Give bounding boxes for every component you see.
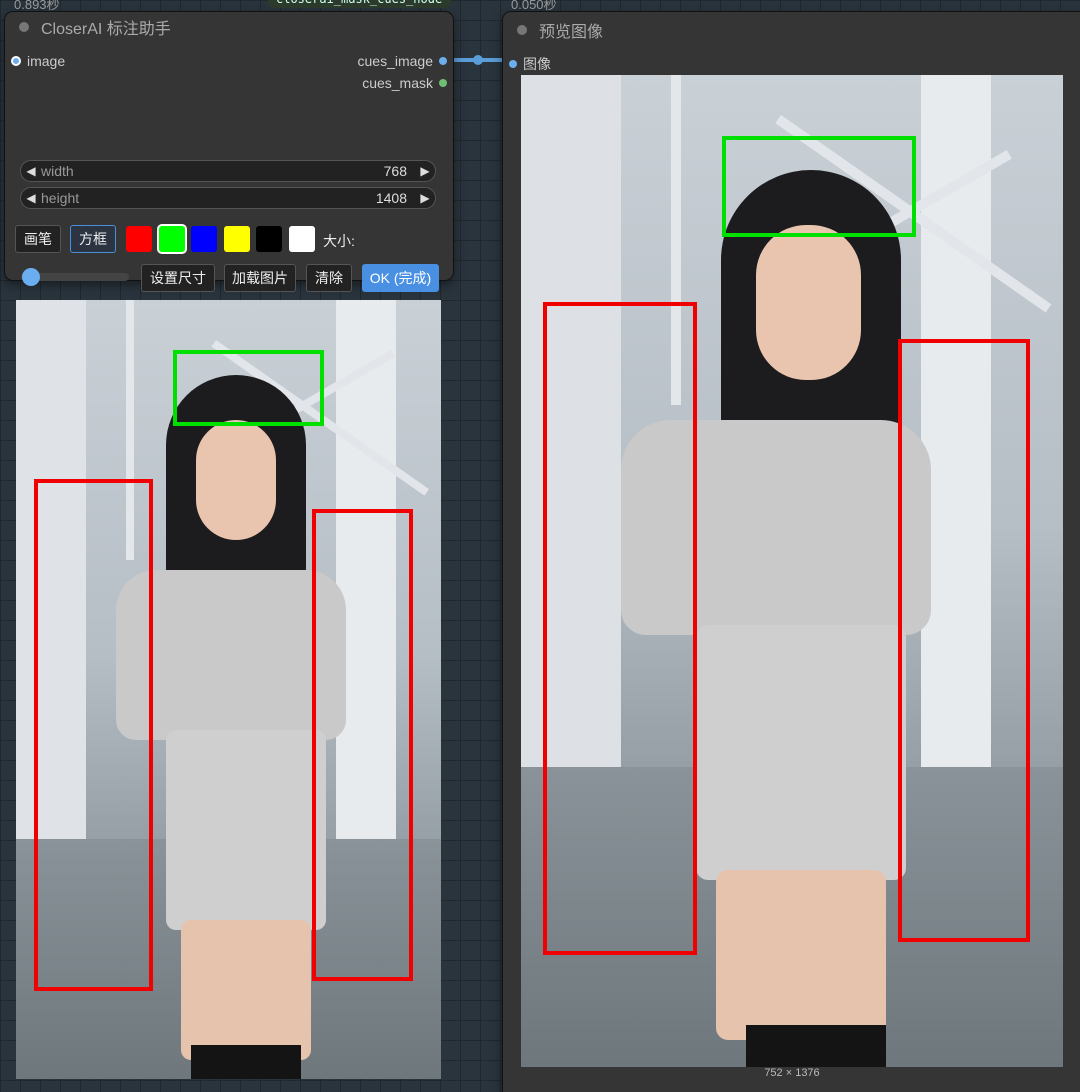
annotation-box-red-right xyxy=(898,339,1030,942)
node-collapse-dot[interactable] xyxy=(19,22,29,32)
ok-button[interactable]: OK (完成) xyxy=(362,264,439,292)
load-image-button[interactable]: 加载图片 xyxy=(224,264,296,292)
link-reroute-dot[interactable] xyxy=(473,55,483,65)
annotation-box-red-right[interactable] xyxy=(312,509,413,981)
output-slot-cues-image[interactable]: cues_image xyxy=(357,53,447,69)
widget-label: width xyxy=(41,163,74,179)
color-swatch-red[interactable] xyxy=(126,226,152,252)
decrement-arrow-icon[interactable]: ◀ xyxy=(21,191,41,205)
increment-arrow-icon[interactable]: ▶ xyxy=(415,164,435,178)
color-swatch-black[interactable] xyxy=(256,226,282,252)
annotation-box-red-left[interactable] xyxy=(34,479,153,991)
set-size-button[interactable]: 设置尺寸 xyxy=(141,264,215,292)
input-slot-label: image xyxy=(27,53,66,69)
center-node-title: closerai_mask_cues_node xyxy=(268,0,451,8)
execution-time-label: 0.893秒 xyxy=(14,0,60,12)
output-slot-label: cues_mask xyxy=(362,75,433,91)
node-header[interactable]: 预览图像 xyxy=(503,12,1080,47)
color-swatch-green[interactable] xyxy=(159,226,185,252)
annotation-box-green xyxy=(722,136,916,237)
brush-tool-button[interactable]: 画笔 xyxy=(15,225,61,253)
color-swatch-white[interactable] xyxy=(289,226,315,252)
node-header[interactable]: CloserAI 标注助手 xyxy=(5,12,453,42)
widget-label: height xyxy=(41,190,80,206)
annotation-box-green[interactable] xyxy=(173,350,324,426)
node-title: CloserAI 标注助手 xyxy=(41,21,171,38)
image-size-label: 752 × 1376 xyxy=(764,1067,820,1079)
input-slot-dot[interactable] xyxy=(509,60,517,68)
color-swatch-yellow[interactable] xyxy=(224,226,250,252)
widget-value: 768 xyxy=(383,163,407,179)
node-title: 预览图像 xyxy=(539,23,604,41)
height-widget[interactable]: ◀ height 1408 ▶ xyxy=(20,187,436,209)
node-collapse-dot[interactable] xyxy=(517,24,527,35)
increment-arrow-icon[interactable]: ▶ xyxy=(415,191,435,205)
execution-time-label: 0.050秒 xyxy=(511,0,557,12)
output-slot-label: cues_image xyxy=(357,53,434,69)
annotation-box-red-left xyxy=(543,302,697,955)
output-slot-cues-mask[interactable]: cues_mask xyxy=(362,75,447,91)
brush-size-slider-thumb[interactable] xyxy=(22,268,40,286)
widget-value: 1408 xyxy=(375,190,407,206)
input-slot-image[interactable]: 图像 xyxy=(509,54,551,74)
output-slot-dot[interactable] xyxy=(439,57,447,65)
center-node-fragment[interactable]: closerai_mask_cues_node xyxy=(268,0,451,8)
width-widget[interactable]: ◀ width 768 ▶ xyxy=(20,160,436,182)
input-slot-image[interactable]: image xyxy=(11,53,65,69)
input-slot-label: 图像 xyxy=(523,56,551,72)
box-tool-button[interactable]: 方框 xyxy=(70,225,116,253)
preview-image[interactable] xyxy=(521,75,1063,1067)
output-slot-dot[interactable] xyxy=(439,79,447,87)
clear-button[interactable]: 清除 xyxy=(306,264,352,292)
closerai-annotation-node[interactable]: CloserAI 标注助手 image cues_image cues_mask… xyxy=(5,12,453,292)
decrement-arrow-icon[interactable]: ◀ xyxy=(21,164,41,178)
color-swatch-blue[interactable] xyxy=(191,226,217,252)
annotation-canvas-image[interactable] xyxy=(16,300,441,1079)
input-slot-dot[interactable] xyxy=(11,56,21,66)
size-label: 大小: xyxy=(323,233,355,249)
